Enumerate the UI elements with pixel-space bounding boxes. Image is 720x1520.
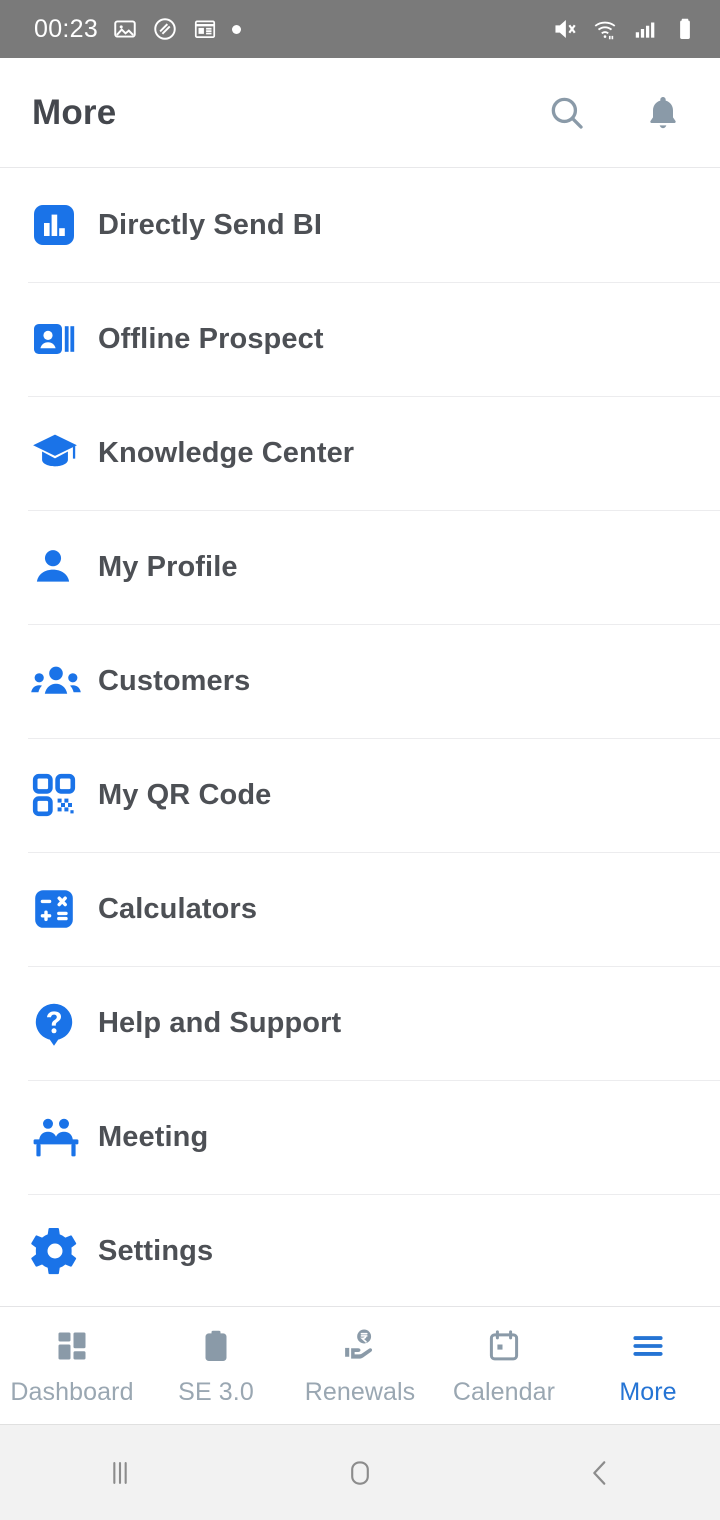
menu-item-label: Calculators [98,892,258,925]
notifications-button[interactable] [640,90,686,136]
nav-item-dashboard[interactable]: Dashboard [0,1307,144,1424]
more-menu-list: Directly Send BI Offline Prospect Knowle… [0,168,720,1306]
nav-item-calendar[interactable]: Calendar [432,1307,576,1424]
menu-item-offline-prospect[interactable]: Offline Prospect [0,282,720,396]
android-system-navigation [0,1424,720,1520]
status-bar-right [552,16,698,42]
calculator-icon [30,885,82,933]
hand-rupee-icon [341,1324,379,1368]
nav-item-label: Renewals [304,1378,416,1406]
status-bar-left: 00:23 [34,14,242,44]
menu-item-my-profile[interactable]: My Profile [0,510,720,624]
news-icon [194,20,216,38]
menu-item-help-and-support[interactable]: Help and Support [0,966,720,1080]
nav-item-label: Calendar [452,1378,556,1406]
nav-item-label: SE 3.0 [178,1378,254,1406]
menu-item-label: Settings [98,1234,214,1267]
notifications-bell-icon [650,96,676,128]
app-bar: More [0,58,720,168]
page-title: More [32,92,117,132]
nav-item-more[interactable]: More [576,1307,720,1424]
nav-item-se-30[interactable]: SE 3.0 [144,1307,288,1424]
menu-item-label: Offline Prospect [98,322,324,355]
phone-screen: 00:23 More Directly Send BI Offline Pros… [0,0,720,1520]
battery-icon [680,18,690,39]
menu-item-label: My Profile [98,550,238,583]
nav-item-label: Dashboard [10,1378,134,1406]
menu-item-label: Directly Send BI [98,208,322,241]
status-bar-clock: 00:23 [34,14,99,43]
calendar-icon [486,1324,522,1368]
menu-item-label: Meeting [98,1120,209,1153]
graduation-cap-icon [30,428,82,478]
menu-item-label: Customers [98,664,251,697]
volume-muted-icon [555,20,576,38]
qr-code-icon [30,771,82,819]
dot-indicator [232,24,242,34]
person-icon [30,544,82,590]
meeting-table-icon [30,1111,82,1163]
hamburger-menu-icon [629,1324,667,1368]
search-button[interactable] [544,90,590,136]
home-square-icon [351,1460,369,1485]
nav-item-renewals[interactable]: Renewals [288,1307,432,1424]
menu-item-settings[interactable]: Settings [0,1194,720,1306]
menu-item-knowledge-center[interactable]: Knowledge Center [0,396,720,510]
clipboard-icon [198,1324,234,1368]
recents-button[interactable] [60,1425,180,1520]
menu-item-my-qr-code[interactable]: My QR Code [0,738,720,852]
recents-bars-icon [113,1461,127,1484]
menu-item-calculators[interactable]: Calculators [0,852,720,966]
layers-icon [154,18,176,40]
image-icon [114,20,136,38]
menu-item-directly-send-bi[interactable]: Directly Send BI [0,168,720,282]
people-group-icon [30,655,82,707]
bottom-navigation-bar: Dashboard SE 3.0 Renewals Calendar More [0,1306,720,1424]
back-button[interactable] [540,1425,660,1520]
menu-item-customers[interactable]: Customers [0,624,720,738]
wifi-icon [594,21,616,40]
menu-item-label: Knowledge Center [98,436,355,469]
menu-item-meeting[interactable]: Meeting [0,1080,720,1194]
status-bar: 00:23 [0,0,720,58]
menu-item-label: Help and Support [98,1006,342,1039]
contact-card-icon [30,315,82,363]
nav-item-label: More [619,1378,677,1406]
home-button[interactable] [300,1425,420,1520]
bar-chart-square-icon [30,201,82,249]
gear-icon [30,1226,82,1276]
menu-item-label: My QR Code [98,778,272,811]
cellular-signal-icon [635,22,655,38]
search-icon [551,97,583,129]
dashboard-grid-icon [54,1324,90,1368]
app-bar-actions [544,90,686,136]
back-chevron-icon [593,1460,606,1485]
question-bubble-icon [30,999,82,1047]
